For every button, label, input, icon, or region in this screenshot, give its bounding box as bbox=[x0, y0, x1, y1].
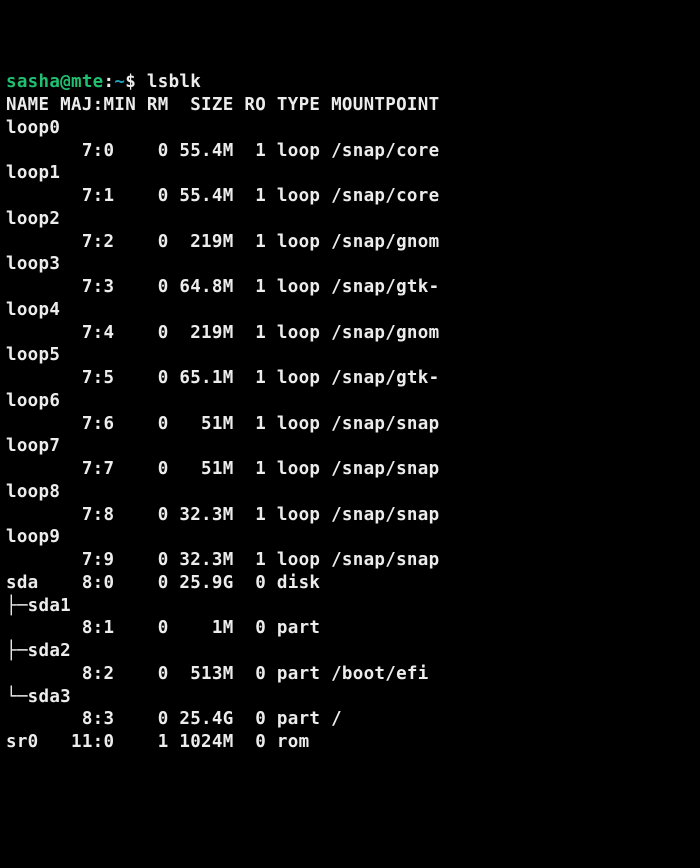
prompt-symbol: $ bbox=[125, 72, 136, 92]
lsblk-row: 7:8 0 32.3M 1 loop /snap/snap bbox=[6, 505, 439, 525]
lsblk-row: loop7 bbox=[6, 436, 60, 456]
lsblk-header: NAME MAJ:MIN RM SIZE RO TYPE MOUNTPOINT bbox=[6, 95, 439, 115]
lsblk-row: 8:1 0 1M 0 part bbox=[6, 618, 331, 638]
lsblk-row: loop3 bbox=[6, 254, 60, 274]
lsblk-row: loop4 bbox=[6, 300, 60, 320]
terminal-output[interactable]: sasha@mte:~$ lsblk NAME MAJ:MIN RM SIZE … bbox=[6, 71, 694, 754]
lsblk-row: ├─sda1 bbox=[6, 596, 71, 616]
lsblk-row: 7:5 0 65.1M 1 loop /snap/gtk- bbox=[6, 368, 439, 388]
lsblk-row: loop8 bbox=[6, 482, 60, 502]
lsblk-row: 7:3 0 64.8M 1 loop /snap/gtk- bbox=[6, 277, 439, 297]
lsblk-row: loop0 bbox=[6, 118, 60, 138]
lsblk-row: 8:3 0 25.4G 0 part / bbox=[6, 709, 342, 729]
lsblk-row: loop6 bbox=[6, 391, 60, 411]
lsblk-row: sda 8:0 0 25.9G 0 disk bbox=[6, 573, 331, 593]
lsblk-row: 7:1 0 55.4M 1 loop /snap/core bbox=[6, 186, 439, 206]
prompt-path: ~ bbox=[114, 72, 125, 92]
lsblk-row: 7:9 0 32.3M 1 loop /snap/snap bbox=[6, 550, 439, 570]
command-text: lsblk bbox=[147, 72, 201, 92]
prompt-sep: : bbox=[104, 72, 115, 92]
lsblk-row: └─sda3 bbox=[6, 687, 71, 707]
lsblk-row: ├─sda2 bbox=[6, 641, 71, 661]
lsblk-row: 7:2 0 219M 1 loop /snap/gnom bbox=[6, 232, 439, 252]
lsblk-row: 7:4 0 219M 1 loop /snap/gnom bbox=[6, 323, 439, 343]
lsblk-row: loop1 bbox=[6, 163, 60, 183]
lsblk-row: loop2 bbox=[6, 209, 60, 229]
lsblk-row: sr0 11:0 1 1024M 0 rom bbox=[6, 732, 331, 752]
lsblk-row: loop9 bbox=[6, 527, 60, 547]
lsblk-row: loop5 bbox=[6, 345, 60, 365]
lsblk-row: 7:6 0 51M 1 loop /snap/snap bbox=[6, 414, 439, 434]
lsblk-row: 7:0 0 55.4M 1 loop /snap/core bbox=[6, 141, 439, 161]
lsblk-row: 8:2 0 513M 0 part /boot/efi bbox=[6, 664, 429, 684]
lsblk-row: 7:7 0 51M 1 loop /snap/snap bbox=[6, 459, 439, 479]
prompt-user-host: sasha@mte bbox=[6, 72, 104, 92]
